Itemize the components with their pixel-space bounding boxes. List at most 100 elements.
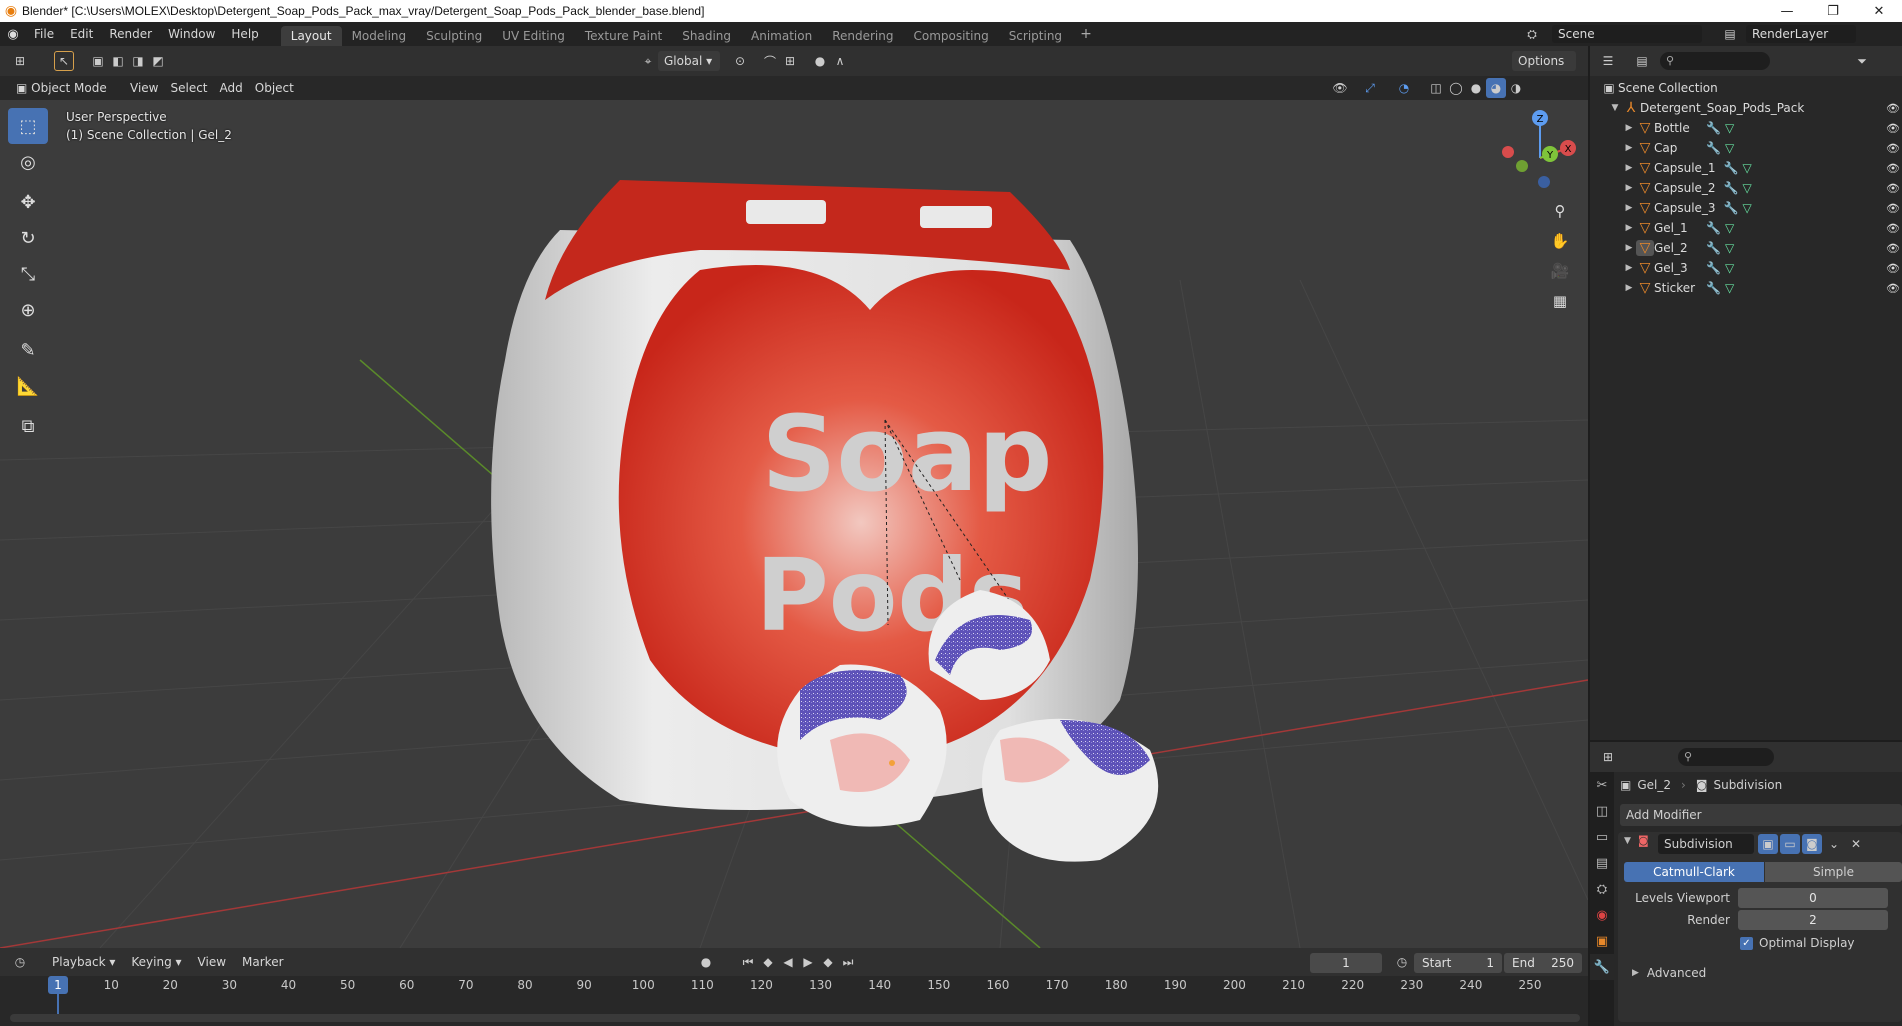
output-tab-icon[interactable]: ▭ <box>1590 824 1614 850</box>
add-cube-tool-icon[interactable]: ⧉ <box>8 408 48 444</box>
play-reverse-icon[interactable]: ◀ <box>778 952 798 972</box>
expand-triangle-icon[interactable]: ▶ <box>1622 283 1636 293</box>
tab-scripting[interactable]: Scripting <box>999 26 1072 46</box>
properties-search-input[interactable]: ⚲ <box>1678 748 1774 766</box>
jump-start-icon[interactable]: ⏮ <box>738 952 758 972</box>
restore-button[interactable]: ❐ <box>1810 0 1856 22</box>
visibility-eye-icon[interactable]: 👁 <box>1886 142 1900 155</box>
visibility-icon[interactable]: 👁 <box>1330 78 1350 98</box>
timeline-menu-marker[interactable]: Marker <box>236 952 289 972</box>
editor-type-icon[interactable]: ⊞ <box>10 51 30 71</box>
render-levels-field[interactable]: 2 <box>1738 910 1888 930</box>
modifier-tab-icon[interactable]: 🔧 <box>1590 954 1614 980</box>
dropdown-chevron-icon[interactable]: ⌄ <box>1824 834 1844 854</box>
tab-compositing[interactable]: Compositing <box>903 26 998 46</box>
proportional-edit-icon[interactable]: ● <box>810 51 830 71</box>
world-tab-icon[interactable]: ◉ <box>1590 902 1614 928</box>
expand-triangle-icon[interactable]: ▶ <box>1622 163 1636 173</box>
timeline-editor-icon[interactable]: ◷ <box>10 952 30 972</box>
expand-triangle-icon[interactable]: ▶ <box>1622 203 1636 213</box>
navigation-gizmo[interactable]: Z X Y <box>1502 110 1576 188</box>
timeline-menu-playback[interactable]: Playback ▾ <box>46 952 121 972</box>
material-shading-icon[interactable]: ◕ <box>1486 78 1506 98</box>
tab-modeling[interactable]: Modeling <box>342 26 417 46</box>
timeline-menu-keying[interactable]: Keying ▾ <box>125 952 187 972</box>
snap-target-icon[interactable]: ⊞ <box>780 51 800 71</box>
rotate-tool-icon[interactable]: ↻ <box>8 220 48 256</box>
render-tab-icon[interactable]: ◫ <box>1590 798 1614 824</box>
falloff-icon[interactable]: ∧ <box>830 51 850 71</box>
viewport-menu-select[interactable]: Select <box>164 78 213 98</box>
viewport-menu-add[interactable]: Add <box>214 78 249 98</box>
tab-rendering[interactable]: Rendering <box>822 26 903 46</box>
jump-end-icon[interactable]: ⏭ <box>838 952 858 972</box>
tab-animation[interactable]: Animation <box>741 26 822 46</box>
outliner-editor-icon[interactable]: ☰ <box>1598 51 1618 71</box>
timeline-menu-view[interactable]: View <box>192 952 232 972</box>
measure-tool-icon[interactable]: 📐 <box>8 368 48 404</box>
rendered-shading-icon[interactable]: ◑ <box>1506 78 1526 98</box>
visibility-eye-icon[interactable]: 👁 <box>1886 162 1900 175</box>
tab-sculpting[interactable]: Sculpting <box>416 26 492 46</box>
menu-file[interactable]: File <box>26 23 62 45</box>
snap-icon[interactable]: ⌒ <box>760 51 780 71</box>
visibility-eye-icon[interactable]: 👁 <box>1886 242 1900 255</box>
menu-help[interactable]: Help <box>223 23 266 45</box>
solid-shading-icon[interactable]: ● <box>1466 78 1486 98</box>
overlay-icon[interactable]: ◔ <box>1394 78 1414 98</box>
expand-triangle-icon[interactable]: ▶ <box>1622 263 1636 273</box>
tool-tab-icon[interactable]: ✂ <box>1590 772 1614 798</box>
outliner-item-capsule-1[interactable]: ▶ ▽ Capsule_1 🔧 ▽ 👁 <box>1590 158 1902 178</box>
render-layer-selector[interactable]: RenderLayer <box>1746 25 1856 43</box>
display-mode-icon[interactable]: ▤ <box>1632 51 1652 71</box>
optimal-display-row[interactable]: ✓ Optimal Display <box>1740 936 1855 950</box>
outliner-item-gel-1[interactable]: ▶ ▽ Gel_1 🔧 ▽ 👁 <box>1590 218 1902 238</box>
menu-edit[interactable]: Edit <box>62 23 101 45</box>
start-frame-field[interactable]: Start 1 <box>1414 953 1502 973</box>
expand-triangle-icon[interactable]: ▶ <box>1622 123 1636 133</box>
modifier-name-field[interactable]: Subdivision <box>1658 834 1754 854</box>
outliner-item-cap[interactable]: ▶ ▽ Cap 🔧 ▽ 👁 <box>1590 138 1902 158</box>
tab-texture-paint[interactable]: Texture Paint <box>575 26 672 46</box>
xray-icon[interactable]: ◫ <box>1426 78 1446 98</box>
expand-triangle-icon[interactable]: ▶ <box>1622 143 1636 153</box>
levels-viewport-field[interactable]: 0 <box>1738 888 1888 908</box>
menu-window[interactable]: Window <box>160 23 223 45</box>
grid-view-icon[interactable]: ▦ <box>1546 286 1574 316</box>
object-tab-icon[interactable]: ▣ <box>1590 928 1614 954</box>
scene-selector[interactable]: Scene <box>1552 25 1702 43</box>
properties-editor-icon[interactable]: ⊞ <box>1598 747 1618 767</box>
viewport-toggle-icon[interactable]: ▭ <box>1780 834 1800 854</box>
zoom-icon[interactable]: ⚲ <box>1546 196 1574 226</box>
play-icon[interactable]: ▶ <box>798 952 818 972</box>
edit-mode-toggle-icon[interactable]: ▣ <box>1758 834 1778 854</box>
filter-icon[interactable]: ⏷ <box>1852 51 1872 71</box>
select-box-tool-icon[interactable]: ⬚ <box>8 108 48 144</box>
transform-tool-icon[interactable]: ⊕ <box>8 292 48 328</box>
record-icon[interactable]: ● <box>696 952 716 972</box>
gizmo-icon[interactable]: ⤢ <box>1360 78 1380 98</box>
minimize-button[interactable]: — <box>1764 0 1810 22</box>
advanced-subpanel[interactable]: ▶ Advanced <box>1632 966 1706 980</box>
orientation-icon[interactable]: ⌖ <box>638 51 658 71</box>
pivot-point-icon[interactable]: ⊙ <box>730 51 750 71</box>
timeline-scrollbar[interactable] <box>10 1014 1580 1022</box>
scene-icon[interactable]: ⛭ <box>1522 24 1542 44</box>
visibility-eye-icon[interactable]: 👁 <box>1886 122 1900 135</box>
outliner-item-gel-3[interactable]: ▶ ▽ Gel_3 🔧 ▽ 👁 <box>1590 258 1902 278</box>
add-workspace-button[interactable]: + <box>1072 26 1100 42</box>
viewport-menu-object[interactable]: Object <box>249 78 300 98</box>
next-keyframe-icon[interactable]: ◆ <box>818 952 838 972</box>
blender-menu-icon[interactable]: ◉ <box>0 27 26 42</box>
annotate-tool-icon[interactable]: ✎ <box>8 332 48 368</box>
render-toggle-icon[interactable]: ◙ <box>1802 834 1822 854</box>
outliner-search-input[interactable]: ⚲ <box>1660 52 1770 70</box>
visibility-eye-icon[interactable]: 👁 <box>1886 182 1900 195</box>
end-frame-field[interactable]: End 250 <box>1504 953 1582 973</box>
viewport-menu-view[interactable]: View <box>124 78 164 98</box>
add-modifier-button[interactable]: Add Modifier <box>1620 804 1902 826</box>
expand-triangle-icon[interactable]: ▶ <box>1622 183 1636 193</box>
scale-tool-icon[interactable]: ⤡ <box>8 256 48 292</box>
tab-uv-editing[interactable]: UV Editing <box>492 26 575 46</box>
move-tool-icon[interactable]: ✥ <box>8 184 48 220</box>
